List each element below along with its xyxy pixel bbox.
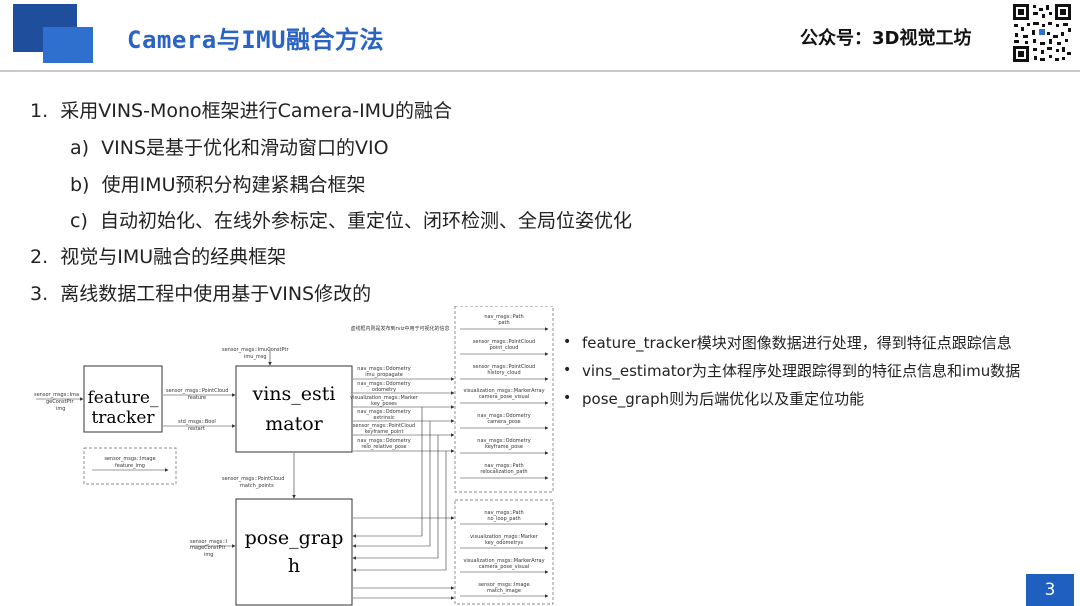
vis-label: camera_pose <box>487 419 520 425</box>
vins-estimator-label-1: vins_esti <box>251 383 335 405</box>
vis-label: no_loop_path <box>487 516 520 522</box>
vis-label: sensor_msgs::Image <box>104 456 155 462</box>
outline-item-1c: c) 自动初始化、在线外参标定、重定位、闭环检测、全局位姿优化 <box>70 206 632 233</box>
qr-code-icon <box>1011 2 1073 64</box>
outline-number: c) <box>70 210 88 232</box>
outline-item-2: 2. 视觉与IMU融合的经典框架 <box>30 242 286 269</box>
feature-tracker-label-1: feature_ <box>88 388 159 408</box>
edge-label: relo_relative_pose <box>361 444 406 450</box>
vis-label: path <box>498 320 509 326</box>
vins-architecture-diagram: 虚线框内则是发布到rviz中用于可视化的信息 feature_ tracker … <box>34 306 554 606</box>
outline-text: 采用VINS-Mono框架进行Camera-IMU的融合 <box>60 100 452 122</box>
pose-graph-label-1: pose_grap <box>245 527 344 549</box>
edge-label: std_msgs::Bool <box>178 419 216 425</box>
vins-estimator-node <box>235 365 353 453</box>
outline-item-1a: a) VINS是基于优化和滑动窗口的VIO <box>70 133 389 160</box>
input-label: img <box>204 552 213 558</box>
arrow <box>352 451 447 572</box>
bullet-dot-icon: • <box>563 362 572 378</box>
bullet-item: pose_graph则为后端优化以及重定位功能 <box>582 390 865 408</box>
outline-text: 视觉与IMU融合的经典框架 <box>60 246 287 268</box>
pose-graph-node <box>235 498 353 606</box>
bullet-dot-icon: • <box>563 334 572 350</box>
vis-label: key_odometrys <box>485 540 523 546</box>
arrow <box>352 435 439 560</box>
vis-label: match_image <box>487 588 521 594</box>
vis-label: relocalization_path <box>480 469 527 475</box>
outline-number: b) <box>70 174 90 196</box>
edge-label: odometry <box>372 387 396 393</box>
pose-graph-label-2: h <box>288 555 300 577</box>
input-label: sensor_msgs::ImuConstPtr <box>222 347 289 353</box>
edge-label: match_points <box>240 483 274 489</box>
page-number: 3 <box>1026 574 1074 606</box>
edge-label: key_poses <box>371 401 397 407</box>
edge-label: extrinsic <box>373 415 395 421</box>
edge-label: sensor_msgs::PointCloud <box>222 476 284 482</box>
outline-item-3: 3. 离线数据工程中使用基于VINS修改的 <box>30 279 371 306</box>
brand-label: 公众号：3D视觉工坊 <box>800 28 972 49</box>
outline-item-1: 1. 采用VINS-Mono框架进行Camera-IMU的融合 <box>30 96 452 123</box>
outline-item-1b: b) 使用IMU预积分构建紧耦合框架 <box>70 170 365 197</box>
outline-text: 使用IMU预积分构建紧耦合框架 <box>101 174 366 196</box>
vis-label: camera_pose_visual <box>479 394 529 400</box>
outline-text: VINS是基于优化和滑动窗口的VIO <box>101 137 389 159</box>
outline-text: 自动初始化、在线外参标定、重定位、闭环检测、全局位姿优化 <box>99 210 632 232</box>
header-decoration-light <box>43 27 93 63</box>
edge-label: sensor_msgs::PointCloud <box>166 388 228 394</box>
vis-label: feature_img <box>115 463 145 469</box>
outline-number: 2. <box>30 246 49 268</box>
edge-label: feature <box>188 395 206 401</box>
outline-number: a) <box>70 137 90 159</box>
feature-tracker-label-2: tracker <box>91 408 155 428</box>
input-label: imu_msg <box>244 354 267 360</box>
input-label: sensor_msgs::Ima <box>34 392 79 398</box>
input-label: img <box>56 406 65 412</box>
bullet-dot-icon: • <box>563 390 572 406</box>
bullet-item: feature_tracker模块对图像数据进行处理，得到特征点跟踪信息 <box>582 334 1012 352</box>
outline-number: 1. <box>30 100 49 122</box>
edge-label: keyframe_point <box>365 429 404 435</box>
edge-label: restart <box>188 426 205 432</box>
diagram-caption: 虚线框内则是发布到rviz中用于可视化的信息 <box>350 325 449 332</box>
vis-label: camera_pose_visual <box>479 564 529 570</box>
outline-text: 离线数据工程中使用基于VINS修改的 <box>60 283 372 305</box>
vis-label: keyframe_pose <box>485 444 523 450</box>
header-divider <box>0 70 1080 72</box>
outline-number: 3. <box>30 283 49 305</box>
input-label: geConstPtr <box>46 399 75 405</box>
vis-label: point_cloud <box>490 345 519 351</box>
slide-title: Camera与IMU融合方法 <box>127 26 385 54</box>
vins-estimator-label-2: mator <box>265 413 323 435</box>
edge-label: imu_propagate <box>365 372 403 378</box>
bullet-item: vins_estimator为主体程序处理跟踪得到的特征点信息和imu数据 <box>582 362 1021 380</box>
vis-label: history_cloud <box>487 370 520 376</box>
